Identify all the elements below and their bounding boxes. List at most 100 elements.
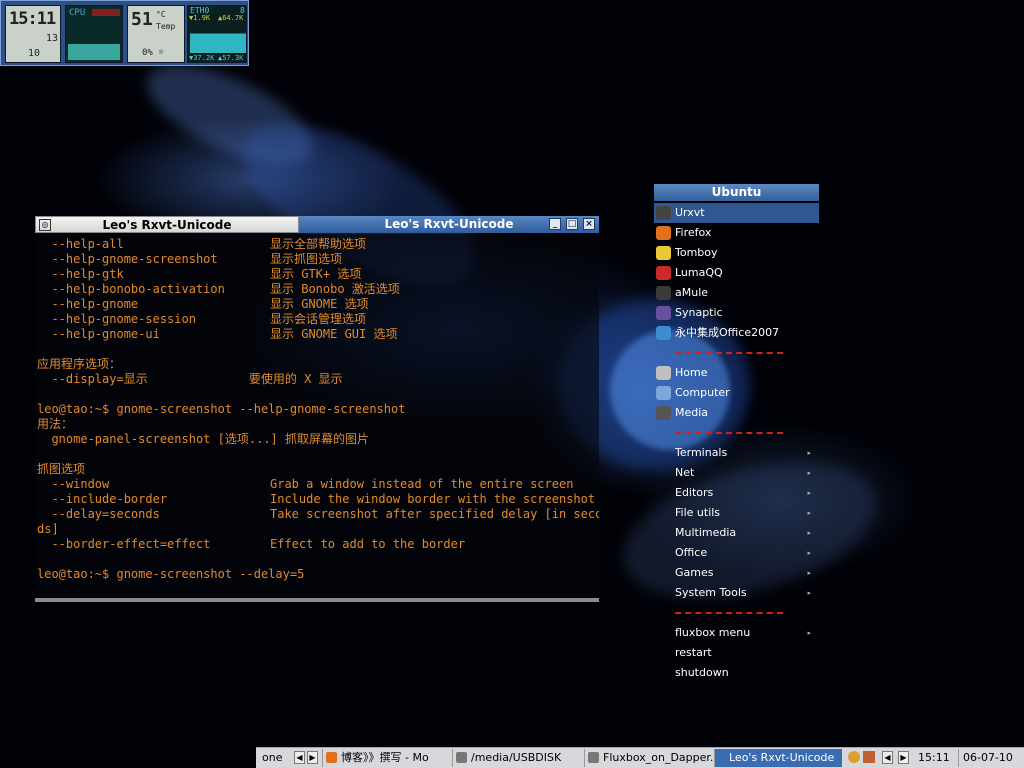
task-app-icon [588,752,599,763]
terminal-line-text: leo@tao:~$ gnome-screenshot --help-gnome… [37,402,406,416]
menu-item-app[interactable]: Tomboy [654,243,819,263]
computer-icon [656,386,671,400]
taskbar-task-label: 博客》》撰写 - Mo [341,751,429,764]
net-in-rate: ▼1.9K [189,14,211,22]
taskbar-date[interactable]: 06-07-10 [958,749,1022,767]
submenu-item[interactable]: Office ▸ [654,543,819,563]
menu-item-label: Tomboy [675,246,718,259]
systray-icon[interactable] [848,751,860,763]
maximize-icon[interactable]: □ [566,218,578,230]
menu-item-place[interactable]: Home [654,363,819,383]
menu-item-label: Editors [675,486,714,499]
amule-icon [656,286,671,300]
submenu-arrow-icon: ▸ [807,589,811,597]
tab-inactive-title: Leo's Rxvt-Unicode [102,218,232,232]
terminal-scrollbar[interactable] [35,598,599,602]
submenu-item[interactable]: Editors ▸ [654,483,819,503]
task-app-icon [326,752,337,763]
terminal-line-description: Grab a window instead of the entire scre… [270,477,574,491]
task-prev-icon[interactable]: ◀ [882,751,893,764]
menu-item-label: Synaptic [675,306,723,319]
terminal-line-text: 抓图选项 [37,462,86,476]
terminal-line-text: leo@tao:~$ gnome-screenshot --delay=5 [37,567,305,581]
dockapp-bar: 15:11 13 10 CPU 51 °C Temp 0% ☼ ETH0 8 ▼… [0,0,249,66]
cpu-dockapp[interactable]: CPU [65,5,123,63]
menu-item-label: Home [675,366,708,379]
task-next-icon[interactable]: ▶ [898,751,909,764]
menu-item-label: restart [675,646,712,659]
terminal-output[interactable]: --help-all 显示全部帮助选项 --help-gnome-screensh… [35,234,599,598]
terminal-line: 应用程序选项： [37,357,121,372]
submenu-item[interactable]: Multimedia ▸ [654,523,819,543]
menu-item-label: Urxvt [675,206,705,219]
menu-item-system[interactable]: shutdown [654,663,819,683]
terminal-line-description: 显示 GNOME 选项 [270,297,369,311]
clock-day: 13 [46,33,59,44]
terminal-line-description: Include the window border with the scree… [270,492,596,506]
clock-dockapp[interactable]: 15:11 13 10 [5,5,61,63]
menu-item-app[interactable]: LumaQQ [654,263,819,283]
submenu-item[interactable]: File utils ▸ [654,503,819,523]
network-dockapp[interactable]: ETH0 8 ▼1.9K ▲64.7K ▼37.2K ▲57.3K [187,5,247,63]
tab-active[interactable]: Leo's Rxvt-Unicode _ □ × [299,216,599,233]
home-icon [656,366,671,380]
cpu-graph [68,20,120,60]
temp-dockapp[interactable]: 51 °C Temp 0% ☼ [127,5,185,63]
workspace-name[interactable]: one [262,749,292,767]
submenu-item[interactable]: Games ▸ [654,563,819,583]
menu-item-app[interactable]: Urxvt [654,203,819,223]
terminal-line-text: --delay=seconds [37,507,160,521]
menu-item-label: Firefox [675,226,712,239]
workspace-prev-icon[interactable]: ◀ [294,751,305,764]
terminal-line-description: 显示 Bonobo 激活选项 [270,282,400,296]
media-icon [656,406,671,420]
tab-inactive[interactable]: ◎ Leo's Rxvt-Unicode [35,216,299,233]
menu-item-label: Media [675,406,709,419]
menu-item-system[interactable]: fluxbox menu ▸ [654,623,819,643]
terminal-line: --border-effect=effect Effect to add to t… [37,537,465,552]
menu-item-place[interactable]: Media [654,403,819,423]
terminal-line-description: 显示 GNOME GUI 选项 [270,327,398,341]
net-graph [190,23,246,53]
menu-item-app[interactable]: 永中集成Office2007 [654,323,819,343]
terminal-line-text: 用法： [37,417,74,431]
systray-icon[interactable] [863,751,875,763]
terminal-line-text: --help-gnome-session [37,312,196,326]
taskbar-clock[interactable]: 15:11 [918,749,958,767]
taskbar-task[interactable]: Leo's Rxvt-Unicode [714,749,842,767]
terminal-line: --help-all 显示全部帮助选项 [37,237,366,252]
minimize-icon[interactable]: _ [549,218,561,230]
net-in-total: ▼37.2K [189,54,215,62]
terminal-line: --delay=seconds Take screenshot after spe… [37,507,599,522]
terminal-line-text: --help-bonobo-activation [37,282,225,296]
terminal-line-text: --help-gtk [37,267,124,281]
menu-title: Ubuntu [654,184,819,201]
menu-item-app[interactable]: aMule [654,283,819,303]
taskbar-task[interactable]: Fluxbox_on_Dapper. [584,749,714,767]
taskbar-task[interactable]: 博客》》撰写 - Mo [322,749,448,767]
submenu-arrow-icon: ▸ [807,449,811,457]
submenu-item[interactable]: Terminals ▸ [654,443,819,463]
menu-item-app[interactable]: Synaptic [654,303,819,323]
workspace-next-icon[interactable]: ▶ [307,751,318,764]
submenu-item[interactable]: System Tools ▸ [654,583,819,603]
temp-unit: °C [156,10,166,19]
menu-item-system[interactable]: restart [654,643,819,663]
terminal-icon [656,206,671,220]
taskbar-task[interactable]: /media/USBDISK [452,749,580,767]
menu-item-app[interactable]: Firefox [654,223,819,243]
terminal-line-description: 显示 GTK+ 选项 [270,267,362,281]
close-icon[interactable]: × [583,218,595,230]
terminal-line: --display=显示 要使用的 X 显示 [37,372,342,387]
window-menu-icon[interactable]: ◎ [39,219,51,231]
terminal-line: leo@tao:~$ gnome-screenshot --delay=5 [37,567,304,582]
task-app-icon [456,752,467,763]
menu-item-place[interactable]: Computer [654,383,819,403]
submenu-arrow-icon: ▸ [807,529,811,537]
menu-item-label: System Tools [675,586,747,599]
submenu-arrow-icon: ▸ [807,549,811,557]
fluxbox-root-menu[interactable]: Ubuntu Urxvt Firefox Tomboy LumaQQ aMule Syna… [654,184,819,684]
submenu-item[interactable]: Net ▸ [654,463,819,483]
terminal-window[interactable]: ◎ Leo's Rxvt-Unicode Leo's Rxvt-Unicode … [35,216,599,602]
terminal-line: --help-gnome-screenshot 显示抓图选项 [37,252,342,267]
